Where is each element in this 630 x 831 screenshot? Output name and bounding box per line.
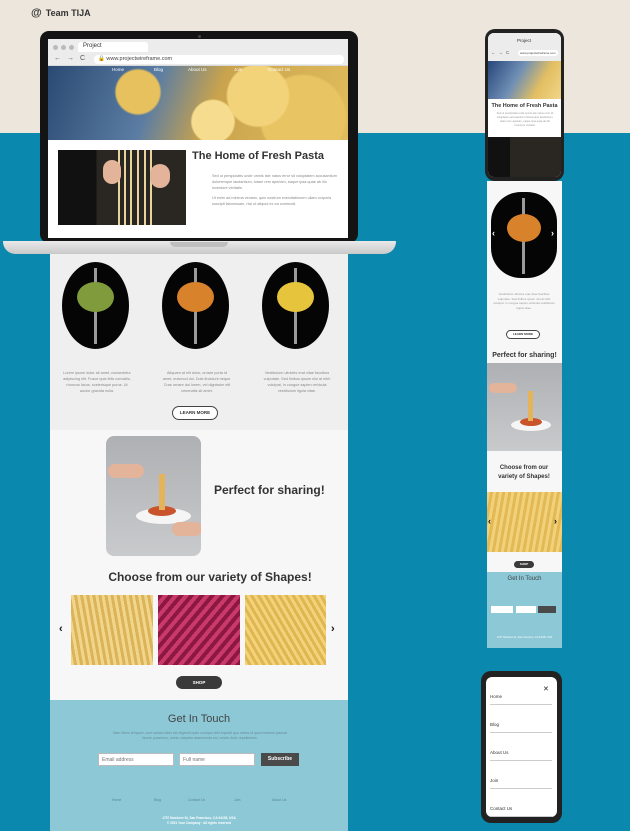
browser-chrome: Project ←→C 🔒 www.projectwireframe.com (48, 39, 348, 66)
pasta-hands-photo (58, 150, 186, 225)
menu-item-contact[interactable]: Contact Us (490, 806, 552, 817)
laptop-notch (170, 242, 228, 247)
column-text: Aliquam at elit dolor, ornare porta id a… (162, 371, 232, 393)
pasta-oval-pesto (62, 262, 129, 349)
carousel-prev-icon[interactable]: ‹ (59, 623, 63, 635)
phone-email-field[interactable] (491, 606, 513, 613)
laptop-screen: Project ←→C 🔒 www.projectwireframe.com H… (48, 39, 348, 238)
laptop-camera (198, 35, 201, 38)
footer-links: Home Blog Contact Us Join About Us (50, 798, 348, 804)
phone-home-title: The Home of Fresh Pasta (491, 103, 558, 109)
phone-contact-title: Get In Touch (507, 576, 542, 582)
window-dot[interactable] (69, 45, 74, 50)
footer-link[interactable]: About Us (272, 798, 286, 802)
at-symbol: @ (31, 7, 42, 19)
shape-image-beet-pasta[interactable] (158, 595, 240, 665)
phone-pasta-photo (488, 137, 561, 177)
home-title: The Home of Fresh Pasta (192, 150, 325, 162)
contact-text: Nam libero tempore, cum soluta nobis est… (112, 731, 288, 740)
phone-shop-button[interactable]: SHOP (514, 561, 534, 568)
phone-pasta-oval (491, 192, 557, 278)
full-name-field[interactable] (179, 753, 255, 766)
nav-blog[interactable]: Blog (154, 67, 163, 72)
phone-learn-more-button[interactable]: LEARN MORE (506, 330, 540, 339)
shape-image-penne[interactable] (245, 595, 326, 665)
phone-footer-address: 1757 Nowhere St, San Francisco, CA 94105… (496, 636, 553, 639)
home-paragraph-1: Sed ut perspiciatis unde omnis iste natu… (212, 174, 337, 190)
menu-item-blog[interactable]: Blog (490, 722, 552, 733)
nav-about[interactable]: About Us (188, 67, 207, 72)
site-nav: Home Blog About Us Join Contact Us (48, 67, 348, 75)
nav-home[interactable]: Home (112, 67, 124, 72)
phone-hero-image (488, 61, 561, 99)
browser-tab[interactable]: Project (78, 42, 148, 52)
sharing-title: Perfect for sharing! (214, 483, 325, 497)
footer-address: 1757 Nowhere St, San Francisco, CA 94105… (50, 816, 348, 826)
subscribe-button[interactable]: Subscribe (261, 753, 299, 766)
url-text: www.projectwireframe.com (106, 56, 173, 62)
team-name: Team TIJA (45, 8, 91, 18)
phone-sharing-photo (487, 363, 562, 451)
phone-browser-chrome: Project ←→C www.projectwireframe.com (488, 33, 561, 61)
home-paragraph-2: Ut enim ad minima veniam, quis nostrum e… (212, 196, 332, 206)
footer-link[interactable]: Join (234, 798, 240, 802)
team-brand: @ Team TIJA (31, 7, 91, 19)
phone-tab[interactable]: Project (517, 38, 531, 43)
footer-copyright: © 2021 Your Company · All rights reserve… (166, 821, 232, 825)
carousel-next-icon[interactable]: › (331, 623, 335, 635)
nav-join[interactable]: Join (234, 67, 242, 72)
menu-item-home[interactable]: Home (490, 694, 552, 705)
email-field[interactable] (98, 753, 174, 766)
column-text: Lorem ipsum dolor sit amet, consectetur … (63, 371, 131, 393)
pasta-oval-plain (262, 262, 329, 349)
phone-shape-image[interactable] (487, 492, 562, 552)
shop-button[interactable]: SHOP (176, 676, 222, 689)
phone-name-field[interactable] (516, 606, 536, 613)
hero-image (48, 66, 348, 140)
phone-url-bar[interactable]: www.projectwireframe.com (518, 50, 558, 56)
nav-contact[interactable]: Contact Us (268, 67, 290, 72)
browser-nav-buttons[interactable]: ←→C (54, 55, 91, 62)
shapes-title: Choose from our variety of Shapes! (108, 570, 312, 584)
phone-column-text: Vestibulum ultricies erat vitae faucibus… (493, 292, 555, 310)
phone-screen-home: Project ←→C www.projectwireframe.com The… (488, 33, 561, 177)
phone-subscribe-button[interactable] (538, 606, 556, 613)
shape-image-spaghetti[interactable] (71, 595, 153, 665)
contact-title: Get In Touch (167, 713, 231, 725)
phone-shapes-prev-icon[interactable]: ‹ (488, 516, 491, 526)
phone-carousel-next-icon[interactable]: › (551, 228, 554, 238)
phone-carousel-prev-icon[interactable]: ‹ (492, 228, 495, 238)
footer-link[interactable]: Contact Us (188, 798, 205, 802)
phone-sharing-title: Perfect for sharing! (492, 352, 557, 359)
phone-shapes-next-icon[interactable]: › (554, 516, 557, 526)
url-bar[interactable]: 🔒 www.projectwireframe.com (94, 55, 344, 64)
phone-shapes-title: Choose from our variety of Shapes! (498, 465, 550, 480)
column-text: Vestibulum ultricies erat vitae faucibus… (263, 371, 331, 393)
menu-item-about[interactable]: About Us (490, 750, 552, 761)
phone-nav-buttons[interactable]: ←→C (491, 50, 512, 55)
home-paragraph: Sed ut perspiciatis unde omnis iste natu… (212, 173, 340, 207)
footer-link[interactable]: Blog (154, 798, 161, 802)
window-dot[interactable] (53, 45, 58, 50)
footer-link[interactable]: Home (112, 798, 121, 802)
phone-menu-screen: ✕ Home Blog About Us Join Contact Us (486, 677, 557, 817)
menu-item-join[interactable]: Join (490, 778, 552, 789)
learn-more-button[interactable]: LEARN MORE (172, 406, 218, 420)
pasta-oval-tomato (162, 262, 229, 349)
phone-home-text: Sed ut perspiciatis unde omnis iste natu… (496, 112, 554, 127)
window-dot[interactable] (61, 45, 66, 50)
close-icon[interactable]: ✕ (543, 685, 549, 693)
sharing-photo (106, 436, 201, 556)
